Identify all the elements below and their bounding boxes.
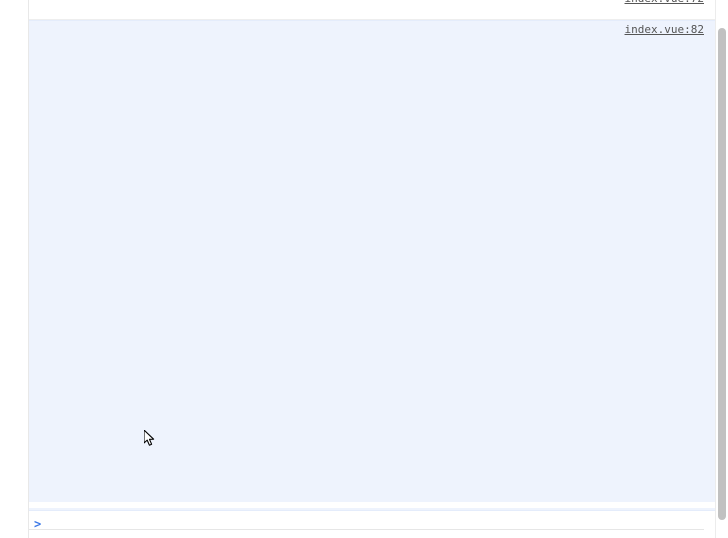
tree-row-street[interactable]: street: "书城路" — [0, 230, 716, 246]
tree-row-root-proto[interactable]: __proto__: Object — [0, 486, 716, 502]
tree-row-message[interactable]: message: "query ok" — [0, 70, 716, 86]
tree-row-ad-info[interactable]: ad_info: {nation_code: "156", adcode: "4… — [0, 118, 716, 134]
tree-row-formatted-addresses[interactable]: formatted_addresses: {recommend: "洪山区书城路… — [0, 422, 716, 438]
tree-row-landmark-l2[interactable]: landmark_l2: {id: "13811499294989491674"… — [0, 342, 716, 358]
tree-row-address-component-proto[interactable]: __proto__: Object — [0, 262, 716, 278]
tree-row-city[interactable]: city: "武汉市" — [0, 166, 716, 182]
tree-row-result[interactable]: result: — [0, 102, 716, 118]
tree-row-district[interactable]: district: "洪山区" — [0, 182, 716, 198]
devtools-console-panel[interactable]: index.vue:72 {type: "tap", target: {…}, … — [0, 0, 728, 538]
tree-row-address-reference[interactable]: address_reference: — [0, 278, 716, 294]
tree-row-address-component[interactable]: address_component: — [0, 150, 716, 166]
tree-row-street-number[interactable]: street_number: "书城路" — [0, 246, 716, 262]
tap-event-summary-line[interactable]: {type: "tap", target: {…}, currentTarget… — [0, 1, 716, 17]
tree-row-crossroad[interactable]: crossroad: {id: "2926436", title: "书城路/文… — [0, 310, 716, 326]
tree-row-result-proto[interactable]: __proto__: Object — [0, 454, 716, 470]
prompt-chevron-icon: > — [34, 517, 42, 531]
tree-row-province[interactable]: province: "湖北省" — [0, 214, 716, 230]
message-bottom-filler — [0, 502, 716, 508]
tree-row-town[interactable]: town: {id: "420111007", title: "洪山街道", l… — [0, 390, 716, 406]
tree-row-famous-area[interactable]: famous_area: {id: "9329567247985191395",… — [0, 326, 716, 342]
console-message-tap-event[interactable]: index.vue:72 {type: "tap", target: {…}, … — [0, 0, 716, 20]
tree-row-status[interactable]: status: 0 — [0, 470, 716, 486]
tree-row-request-id[interactable]: request_id: "6250e204-baa1-11ea-ab2d-525… — [0, 86, 716, 102]
location-info-summary-line[interactable]: {status: 0, message: "query ok", request… — [0, 38, 716, 54]
tree-row-reference-street-number[interactable]: street_number: {id: "", title: "", locat… — [0, 374, 716, 390]
vertical-scrollbar-thumb[interactable] — [718, 28, 726, 520]
vertical-scrollbar-track[interactable] — [715, 0, 728, 538]
tree-row-nation[interactable]: nation: "中国" — [0, 198, 716, 214]
console-message-list[interactable]: index.vue:72 {type: "tap", target: {…}, … — [0, 0, 716, 538]
location-info-label-line: locationInfo: — [0, 22, 716, 38]
console-bottom-divider — [28, 529, 704, 530]
console-prompt-row[interactable]: > — [0, 511, 716, 537]
tree-row-location[interactable]: location: {lat: 30.504966, lng: 114.3391… — [0, 438, 716, 454]
tree-row-address[interactable]: address: "湖北省武汉市洪山区书城路" — [0, 134, 716, 150]
tree-row-reference-street[interactable]: street: {id: "18379110377503146771", tit… — [0, 358, 716, 374]
tree-row-address-reference-proto[interactable]: __proto__: Object — [0, 406, 716, 422]
location-info-summary-wrap-line: {…}}i — [0, 54, 716, 70]
console-prompt-input[interactable] — [50, 511, 716, 537]
console-left-gutter — [0, 0, 29, 538]
console-message-location-info[interactable]: index.vue:82 locationInfo: {status: 0, m… — [0, 20, 716, 511]
tree-row-business-area[interactable]: business_area: {id: "9329567247985191395… — [0, 294, 716, 310]
